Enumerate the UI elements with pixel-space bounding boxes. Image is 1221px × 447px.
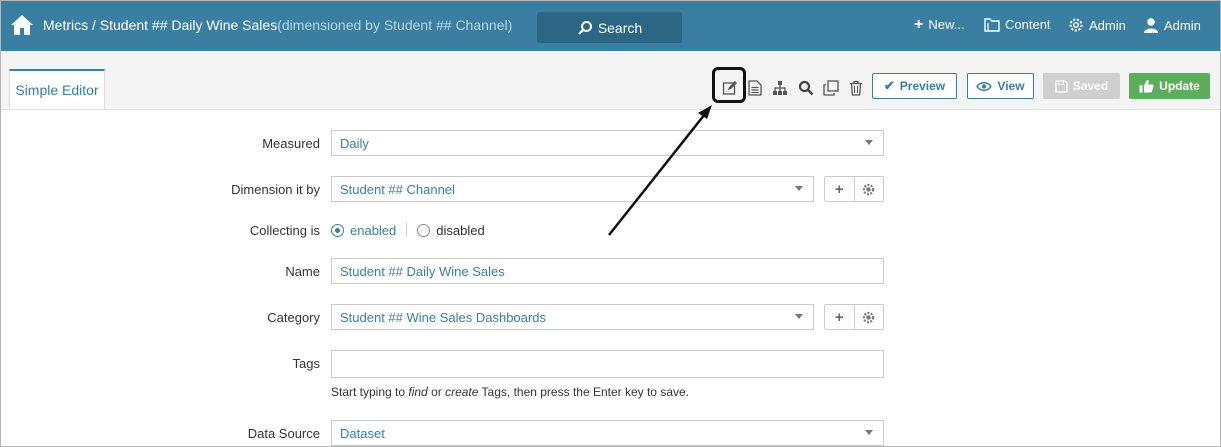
annotation-arrow bbox=[608, 105, 712, 236]
app-window: Metrics / Student ## Daily Wine Sales(di… bbox=[0, 0, 1221, 447]
